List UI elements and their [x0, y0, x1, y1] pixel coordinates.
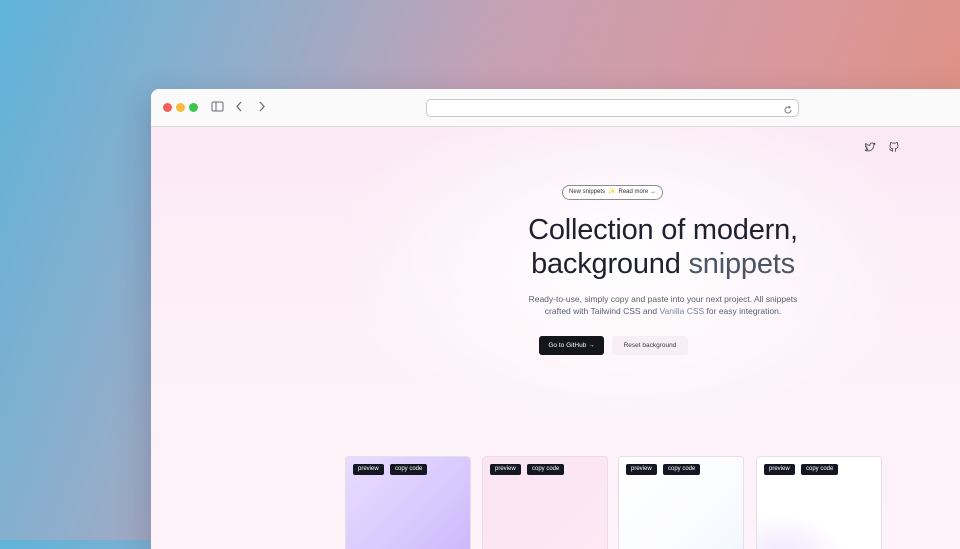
preview-button[interactable]: preview [764, 464, 795, 475]
snippet-card[interactable]: preview copy code [482, 456, 608, 549]
browser-window: New snippets ✨ Read more → Collection of m… [151, 89, 960, 549]
preview-button[interactable]: preview [626, 464, 657, 475]
page-content: New snippets ✨ Read more → Collection of m… [151, 127, 960, 549]
subtitle-line-2: crafted with Tailwind CSS and [544, 306, 660, 316]
sparkle-icon: ✨ [608, 189, 616, 195]
subtitle-line-2-end: for easy integration. [704, 306, 782, 316]
copy-code-button[interactable]: copy code [801, 464, 839, 475]
subtitle-line-1: Ready-to-use, simply copy and paste into… [528, 294, 798, 304]
snippet-card[interactable]: preview copy code [756, 456, 882, 549]
go-to-github-button[interactable]: Go to GitHub → [539, 336, 604, 355]
title-line-1: Collection of modern, [528, 214, 798, 246]
close-window-button[interactable] [163, 103, 172, 112]
title-line-2b: snippets [680, 248, 795, 280]
vanilla-css-link[interactable]: Vanilla CSS [659, 306, 704, 316]
page-title: Collection of modern, background snippet… [413, 213, 913, 281]
reload-icon[interactable] [783, 102, 793, 120]
maximize-window-button[interactable] [189, 103, 198, 112]
forward-chevron-icon[interactable] [257, 100, 267, 118]
copy-code-button[interactable]: copy code [527, 464, 565, 475]
title-line-2a: background [531, 248, 681, 280]
minimize-window-button[interactable] [176, 103, 185, 112]
snippet-card[interactable]: preview copy code [618, 456, 744, 549]
copy-code-button[interactable]: copy code [663, 464, 701, 475]
browser-toolbar [151, 89, 960, 127]
back-chevron-icon[interactable] [234, 100, 244, 118]
page-subtitle: Ready-to-use, simply copy and paste into… [413, 293, 913, 317]
preview-button[interactable]: preview [490, 464, 521, 475]
sidebar-toggle-icon[interactable] [211, 100, 224, 118]
twitter-icon[interactable] [864, 140, 876, 158]
copy-code-button[interactable]: copy code [390, 464, 428, 475]
snippet-card[interactable]: preview copy code [345, 456, 471, 549]
badge-label: New snippets [569, 189, 606, 195]
announcement-badge[interactable]: New snippets ✨ Read more → [562, 185, 663, 200]
preview-button[interactable]: preview [353, 464, 384, 475]
badge-read-more-link[interactable]: Read more → [619, 189, 656, 195]
reset-background-button[interactable]: Reset background [612, 336, 688, 355]
address-bar[interactable] [426, 99, 799, 117]
github-icon[interactable] [888, 140, 900, 158]
